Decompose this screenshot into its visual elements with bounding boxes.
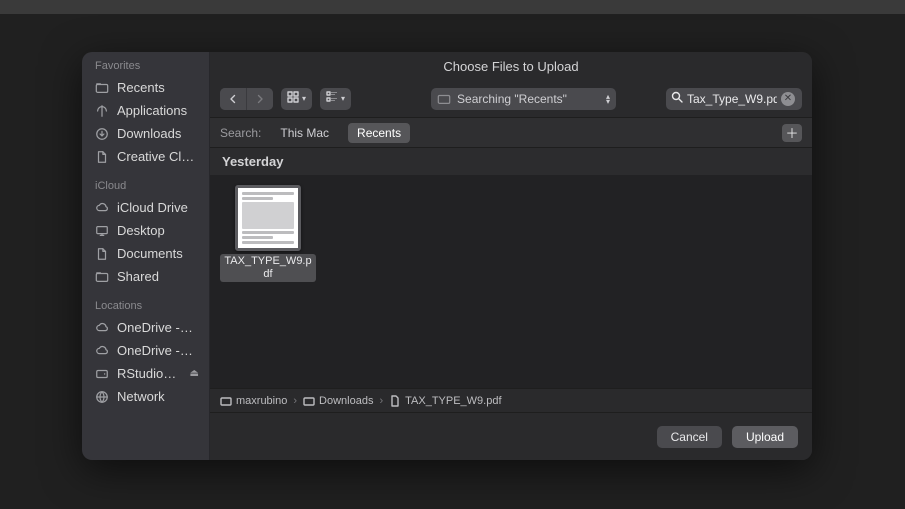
add-scope-button[interactable]: ＋ <box>782 124 802 142</box>
search-icon <box>671 91 683 106</box>
sidebar-label: Applications <box>117 103 187 118</box>
cloud-icon <box>95 344 109 358</box>
clear-search-button[interactable]: ✕ <box>781 92 795 106</box>
sidebar-item-creative-cloud[interactable]: Creative Cl… <box>82 145 209 168</box>
cancel-button[interactable]: Cancel <box>657 426 722 448</box>
dialog-footer: Cancel Upload <box>210 412 812 460</box>
updown-chevron-icon: ▴▾ <box>606 94 610 104</box>
toolbar: ▾ ▾ Searching "Recents" ▴▾ ✕ <box>210 80 812 118</box>
group-mode-button[interactable]: ▾ <box>320 88 351 110</box>
sidebar-item-onedrive-1[interactable]: OneDrive -… <box>82 316 209 339</box>
sidebar-label: Downloads <box>117 126 181 141</box>
location-popup[interactable]: Searching "Recents" ▴▾ <box>431 88 616 110</box>
cloud-icon <box>95 201 109 215</box>
sidebar-label: Shared <box>117 269 159 284</box>
group-icon <box>326 91 338 106</box>
upload-button[interactable]: Upload <box>732 426 798 448</box>
applications-icon <box>95 104 109 118</box>
folder-icon <box>220 395 232 407</box>
chevron-down-icon: ▾ <box>302 94 306 103</box>
sidebar-item-documents[interactable]: Documents <box>82 242 209 265</box>
scope-recents[interactable]: Recents <box>348 123 410 143</box>
sidebar-item-icloud-drive[interactable]: iCloud Drive <box>82 196 209 219</box>
folder-icon <box>437 92 451 106</box>
cloud-icon <box>95 321 109 335</box>
dialog-title: Choose Files to Upload <box>210 52 812 80</box>
scope-this-mac[interactable]: This Mac <box>271 123 338 143</box>
path-separator: › <box>379 395 383 407</box>
sidebar-item-rstudio[interactable]: RStudio… ⏏ <box>82 362 209 385</box>
search-scope-bar: Search: This Mac Recents ＋ <box>210 118 812 148</box>
search-input[interactable] <box>687 92 777 106</box>
sidebar-item-shared[interactable]: Shared <box>82 265 209 288</box>
sidebar-item-recents[interactable]: Recents <box>82 76 209 99</box>
path-bar: maxrubino › Downloads › TAX_TYPE_W9.pdf <box>210 388 812 412</box>
sidebar-item-network[interactable]: Network <box>82 385 209 408</box>
document-icon <box>95 247 109 261</box>
sidebar-section-locations: Locations <box>82 292 209 316</box>
file-item[interactable]: TAX_TYPE_W9.pdf <box>220 185 316 282</box>
sidebar-label: RStudio… <box>117 366 176 381</box>
sidebar-label: Recents <box>117 80 165 95</box>
path-segment-file[interactable]: TAX_TYPE_W9.pdf <box>389 395 501 407</box>
eject-icon[interactable]: ⏏ <box>190 368 199 379</box>
nav-segment <box>220 88 273 110</box>
sidebar-label: iCloud Drive <box>117 200 188 215</box>
file-icon <box>389 395 401 407</box>
sidebar-label: Desktop <box>117 223 165 238</box>
sidebar-section-icloud: iCloud <box>82 172 209 196</box>
grid-icon <box>287 91 299 106</box>
file-name-label: TAX_TYPE_W9.pdf <box>220 254 316 282</box>
nav-back-button[interactable] <box>220 88 246 110</box>
sidebar-item-onedrive-2[interactable]: OneDrive -… <box>82 339 209 362</box>
location-label: Searching "Recents" <box>457 92 567 106</box>
main-panel: Choose Files to Upload ▾ ▾ Searc <box>210 52 812 460</box>
sidebar-item-desktop[interactable]: Desktop <box>82 219 209 242</box>
sidebar-label: Creative Cl… <box>117 149 194 164</box>
downloads-icon <box>95 127 109 141</box>
path-segment-downloads[interactable]: Downloads <box>303 395 373 407</box>
sidebar-label: OneDrive -… <box>117 343 193 358</box>
folder-icon <box>303 395 315 407</box>
nav-forward-button[interactable] <box>247 88 273 110</box>
sidebar-label: OneDrive -… <box>117 320 193 335</box>
sidebar-item-downloads[interactable]: Downloads <box>82 122 209 145</box>
chevron-down-icon: ▾ <box>341 94 345 103</box>
search-field[interactable]: ✕ <box>666 88 802 110</box>
file-browser: Yesterday TAX_TYPE_W9.pdf <box>210 148 812 388</box>
sidebar-section-favorites: Favorites <box>82 52 209 76</box>
group-header: Yesterday <box>210 148 812 175</box>
view-mode-button[interactable]: ▾ <box>281 88 312 110</box>
disk-icon <box>95 367 109 381</box>
sidebar-item-applications[interactable]: Applications <box>82 99 209 122</box>
desktop-icon <box>95 224 109 238</box>
clock-folder-icon <box>95 81 109 95</box>
network-icon <box>95 390 109 404</box>
path-separator: › <box>293 395 297 407</box>
file-icon <box>95 150 109 164</box>
file-thumbnail <box>235 185 301 251</box>
sidebar: Favorites Recents Applications Downloads… <box>82 52 210 460</box>
sidebar-label: Documents <box>117 246 183 261</box>
file-open-dialog: Favorites Recents Applications Downloads… <box>82 52 812 460</box>
sidebar-label: Network <box>117 389 165 404</box>
path-segment-user[interactable]: maxrubino <box>220 395 287 407</box>
shared-folder-icon <box>95 270 109 284</box>
scope-label: Search: <box>220 126 261 140</box>
